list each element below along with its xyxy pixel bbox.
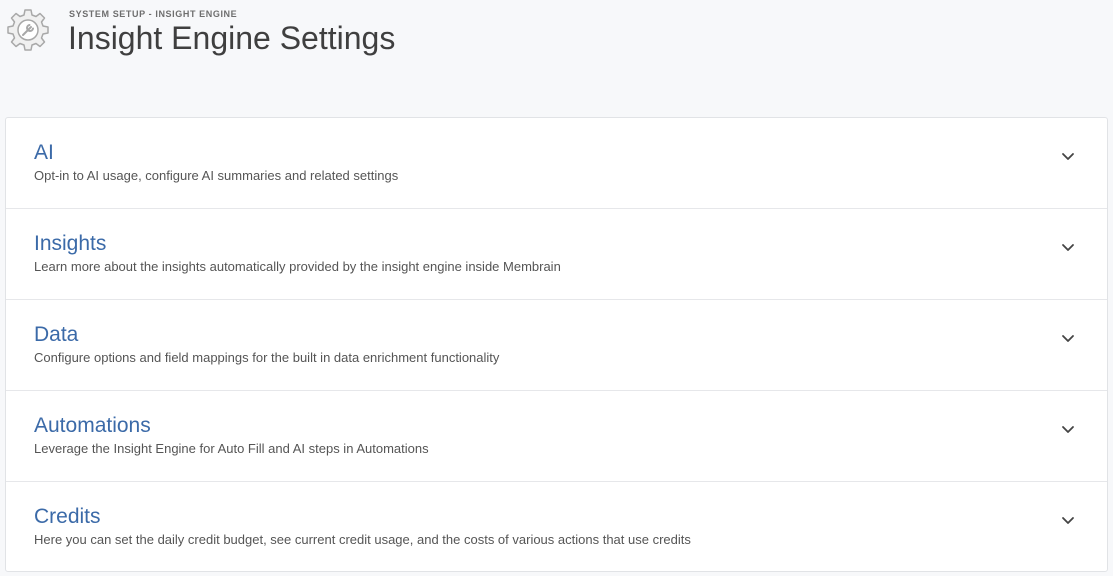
- section-title: Automations: [34, 414, 151, 437]
- section-description: Leverage the Insight Engine for Auto Fil…: [34, 441, 429, 456]
- section-description: Configure options and field mappings for…: [34, 350, 500, 365]
- chevron-down-icon[interactable]: [1061, 334, 1075, 344]
- page-title: Insight Engine Settings: [68, 20, 396, 56]
- section-automations[interactable]: Automations Leverage the Insight Engine …: [6, 391, 1107, 482]
- chevron-down-icon[interactable]: [1061, 243, 1075, 253]
- chevron-down-icon[interactable]: [1061, 152, 1075, 162]
- gear-icon: [7, 9, 49, 51]
- chevron-down-icon[interactable]: [1061, 516, 1075, 526]
- section-title: Data: [34, 323, 79, 346]
- section-description: Here you can set the daily credit budget…: [34, 532, 691, 547]
- chevron-down-icon[interactable]: [1061, 425, 1075, 435]
- settings-accordion: AI Opt-in to AI usage, configure AI summ…: [5, 117, 1108, 572]
- section-description: Learn more about the insights automatica…: [34, 259, 561, 274]
- section-title: Credits: [34, 505, 101, 528]
- section-credits[interactable]: Credits Here you can set the daily credi…: [6, 482, 1107, 573]
- page-header: SYSTEM SETUP - INSIGHT ENGINE Insight En…: [0, 0, 1113, 70]
- section-data[interactable]: Data Configure options and field mapping…: [6, 300, 1107, 391]
- section-description: Opt-in to AI usage, configure AI summari…: [34, 168, 399, 183]
- section-title: Insights: [34, 232, 107, 255]
- section-insights[interactable]: Insights Learn more about the insights a…: [6, 209, 1107, 300]
- section-title: AI: [34, 141, 54, 164]
- section-ai[interactable]: AI Opt-in to AI usage, configure AI summ…: [6, 118, 1107, 209]
